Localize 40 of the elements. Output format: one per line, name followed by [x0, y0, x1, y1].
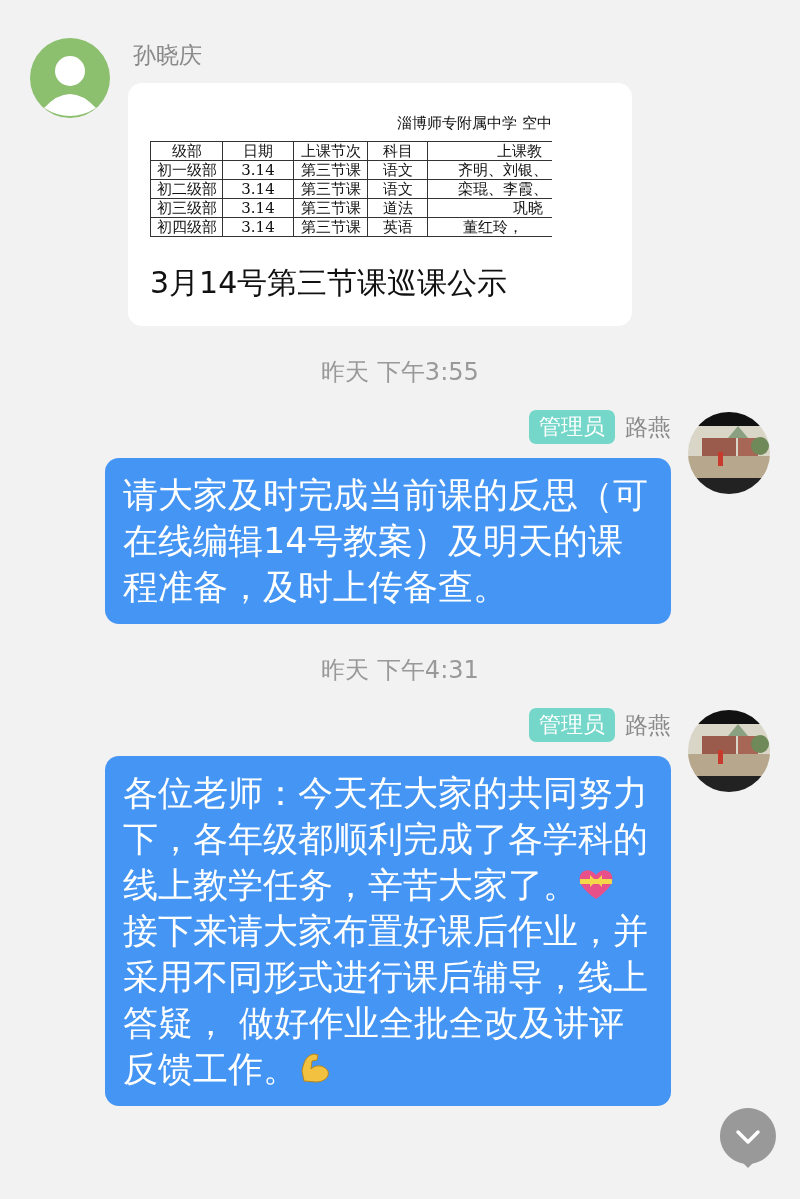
message-bubble: 各位老师：今天在大家的共同努力下，各年级都顺利完成了各学科的线上教学任务，辛苦大家了。 接下来请大家布置好课后作业，并采用不同形式进行课后辅导，线上答疑， 做好作业全批全改及讲评反馈工作。 — [105, 756, 671, 1106]
table-cell: 董红玲， — [427, 217, 552, 237]
document-title: 淄博师专附属中学 空中 — [397, 113, 552, 133]
header-cell: 级部 — [150, 141, 223, 161]
sender-name: 孙晓庆 — [133, 41, 203, 70]
avatar-icon — [30, 38, 110, 118]
message-bubble: 请大家及时完成当前课的反思（可在线编辑14号教案）及明天的课程准备，及时上传备查。 — [105, 458, 671, 624]
timestamp: 昨天 下午3:55 — [321, 357, 479, 388]
table-cell: 初一级部 — [150, 160, 223, 180]
table-cell: 英语 — [367, 217, 428, 237]
table-cell: 巩晓 — [427, 198, 552, 218]
table-cell: 初三级部 — [150, 198, 223, 218]
table-cell: 语文 — [367, 179, 428, 199]
header-cell: 上课教 — [427, 141, 552, 161]
gift-heart-icon — [578, 867, 614, 901]
table-cell: 3.14 — [222, 160, 294, 180]
table-cell: 3.14 — [222, 217, 294, 237]
table-cell: 3.14 — [222, 179, 294, 199]
header-cell: 日期 — [222, 141, 294, 161]
table-cell: 齐明、刘银、 — [427, 160, 552, 180]
table-cell: 第三节课 — [293, 160, 368, 180]
table-cell: 第三节课 — [293, 198, 368, 218]
header-cell: 上课节次 — [293, 141, 368, 161]
table-cell: 初二级部 — [150, 179, 223, 199]
header-cell: 科目 — [367, 141, 428, 161]
timestamp: 昨天 下午4:31 — [321, 655, 479, 686]
table-cell: 栾琨、李霞、 — [427, 179, 552, 199]
table-cell: 道法 — [367, 198, 428, 218]
sender-name: 路燕 — [625, 412, 671, 442]
table-cell: 第三节课 — [293, 179, 368, 199]
table-cell: 第三节课 — [293, 217, 368, 237]
admin-badge: 管理员 — [529, 410, 615, 444]
table-cell: 3.14 — [222, 198, 294, 218]
table-cell: 初四级部 — [150, 217, 223, 237]
admin-badge: 管理员 — [529, 708, 615, 742]
scroll-down-button[interactable] — [719, 1107, 777, 1169]
sender-name: 路燕 — [625, 710, 671, 740]
file-card[interactable]: 淄博师专附属中学 空中 级部 日期 上课节次 科目 上课教 初一级部 3.14 第三节课 语文 齐明、刘银、 初二级部 3.14 第三节课 语文 栾琨、李霞、 初三级部 3.14 第三节课 道法 巩晓 初四级部 3.14 第三节课 英语 董红玲， 3月14号第三节课巡课公示 — [128, 83, 632, 326]
table-cell: 语文 — [367, 160, 428, 180]
file-caption: 3月14号第三节课巡课公示 — [150, 264, 509, 302]
